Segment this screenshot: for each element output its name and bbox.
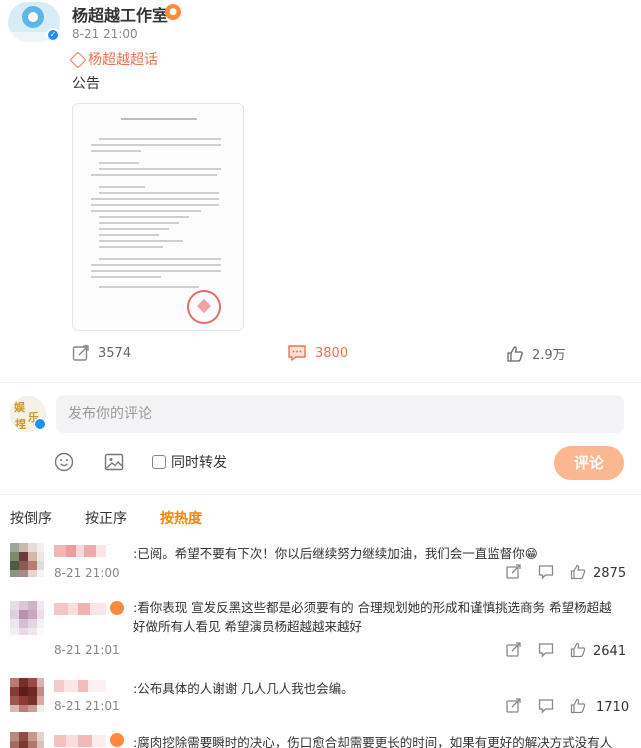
comment-actions: [506, 642, 586, 658]
comment-avatar[interactable]: [10, 678, 44, 712]
comment-text: :腐肉挖除需要瞬时的决心，伤口愈合却需要更长的时间，如果有更好的解决方式没有人: [133, 735, 613, 748]
comment-avatar[interactable]: [10, 543, 44, 577]
comment-icon[interactable]: [538, 642, 554, 658]
comment-icon: [288, 345, 306, 362]
repost-count: 3574: [98, 345, 132, 361]
red-seal-icon: [187, 290, 221, 324]
sort-hot-tab[interactable]: 按热度: [160, 508, 202, 528]
comment-count: 3800: [315, 345, 349, 361]
post-text: 公告: [72, 76, 100, 92]
thumbs-up-icon[interactable]: [570, 642, 586, 658]
repost-icon[interactable]: [506, 698, 522, 714]
topic-link[interactable]: 杨超越超话: [69, 49, 158, 69]
comment-actions: [506, 564, 586, 580]
comment-username[interactable]: [54, 735, 106, 747]
comment-avatar[interactable]: [10, 732, 44, 748]
comment-username[interactable]: [54, 680, 106, 692]
comment-icon[interactable]: [538, 564, 554, 580]
vip-badge-icon: [110, 601, 124, 615]
repost-icon[interactable]: [506, 642, 522, 658]
sort-forward-tab[interactable]: 按正序: [85, 508, 127, 528]
topic-label: 杨超越超话: [88, 52, 158, 68]
repost-checkbox-label: 同时转发: [171, 455, 227, 471]
comment-input[interactable]: [56, 395, 624, 433]
comment-time: 8-21 21:00: [54, 566, 120, 580]
like-button[interactable]: 2.9万: [506, 344, 566, 363]
repost-icon[interactable]: [506, 564, 522, 580]
comment-actions: [506, 698, 586, 714]
thumbs-up-icon[interactable]: [570, 698, 586, 714]
checkbox-icon: [152, 455, 166, 469]
like-count: 2.9万: [532, 348, 566, 363]
post-image[interactable]: [72, 103, 244, 331]
author-name[interactable]: 杨超越工作室: [72, 2, 168, 26]
emoji-icon[interactable]: [54, 452, 74, 472]
repost-checkbox[interactable]: 同时转发: [152, 452, 227, 472]
verified-icon: [34, 418, 46, 430]
comment-text: :已阅。希望不要有下次！你以后继续努力继续加油，我们会一直监督你😁: [133, 546, 538, 561]
comment-like-count: 2875: [593, 566, 627, 581]
comment-icon[interactable]: [538, 698, 554, 714]
comment-like-count: 1710: [596, 700, 630, 715]
comment-avatar[interactable]: [10, 601, 44, 635]
comment-username[interactable]: [54, 603, 106, 615]
image-icon[interactable]: [104, 452, 124, 472]
thumbs-up-icon[interactable]: [570, 564, 586, 580]
repost-button[interactable]: 3574: [72, 344, 131, 362]
sort-reverse-tab[interactable]: 按倒序: [10, 508, 52, 528]
comment-text: :公布具体的人谢谢 几人几人我也会编。: [133, 681, 354, 696]
comment-like-count: 2641: [593, 644, 627, 659]
submit-comment-button[interactable]: 评论: [554, 446, 624, 480]
comment-text: :看你表现 宣发反黑这些都是必须要有的 合理规划她的形成和谨慎挑选商务 希望杨超…: [133, 600, 612, 634]
comment-button[interactable]: 3800: [287, 344, 348, 362]
vip-badge-icon: [110, 733, 124, 747]
vip-badge-icon: ●: [165, 4, 181, 20]
comment-username[interactable]: [54, 545, 106, 557]
verified-icon: ✓: [46, 28, 60, 42]
topic-icon: [69, 51, 87, 69]
thumbs-up-icon: [507, 345, 523, 362]
repost-icon: [72, 345, 89, 361]
comment-time: 8-21 21:01: [54, 643, 120, 657]
comment-time: 8-21 21:01: [54, 699, 120, 713]
post-time: 8-21 21:00: [72, 27, 138, 41]
